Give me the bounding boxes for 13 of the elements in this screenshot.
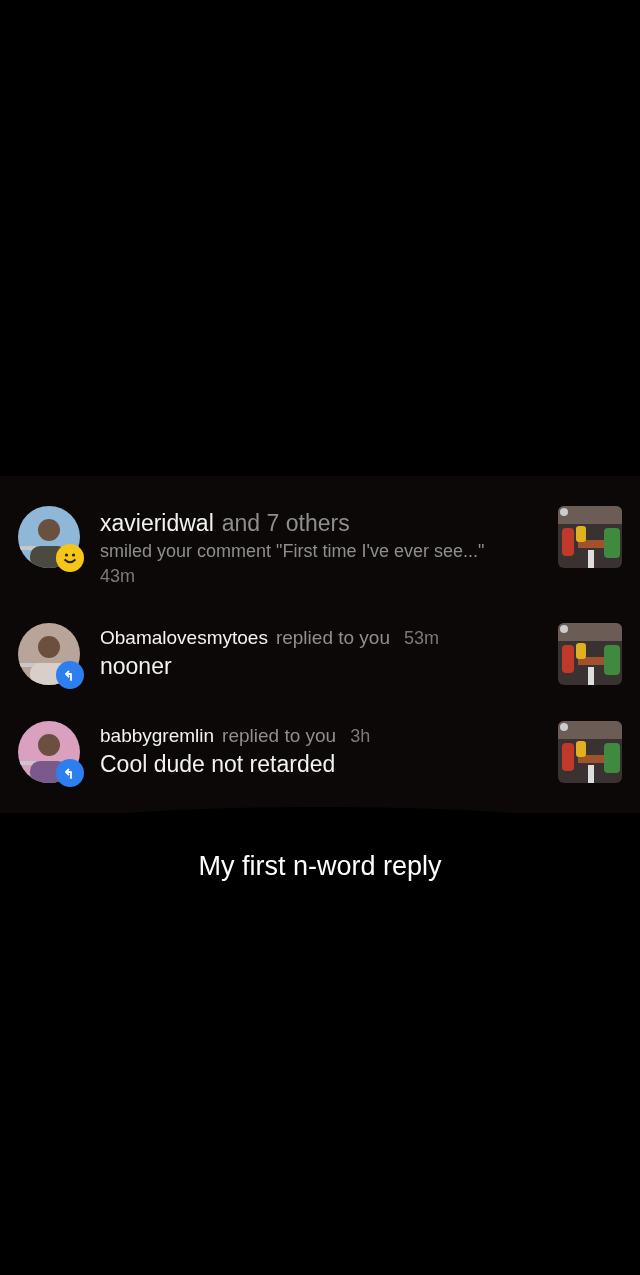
caption: My first n-word reply: [198, 851, 442, 882]
notification-text: smiled your comment "First time I've ever see...": [100, 541, 486, 562]
timestamp: 53m: [404, 628, 439, 649]
action-text: replied to you: [275, 627, 390, 649]
username[interactable]: xavieridwal: [100, 510, 214, 537]
reply-text: Cool dude not retarded: [100, 751, 337, 778]
action-text: and 7 others: [221, 510, 350, 537]
action-text: replied to you: [222, 725, 337, 747]
timestamp: 3h: [350, 726, 371, 747]
timestamp: 43m: [100, 566, 136, 587]
reply-text: nooner: [100, 653, 173, 680]
username[interactable]: Obamalovesmytoes: [100, 627, 268, 649]
username[interactable]: babbygremlin: [100, 725, 215, 747]
